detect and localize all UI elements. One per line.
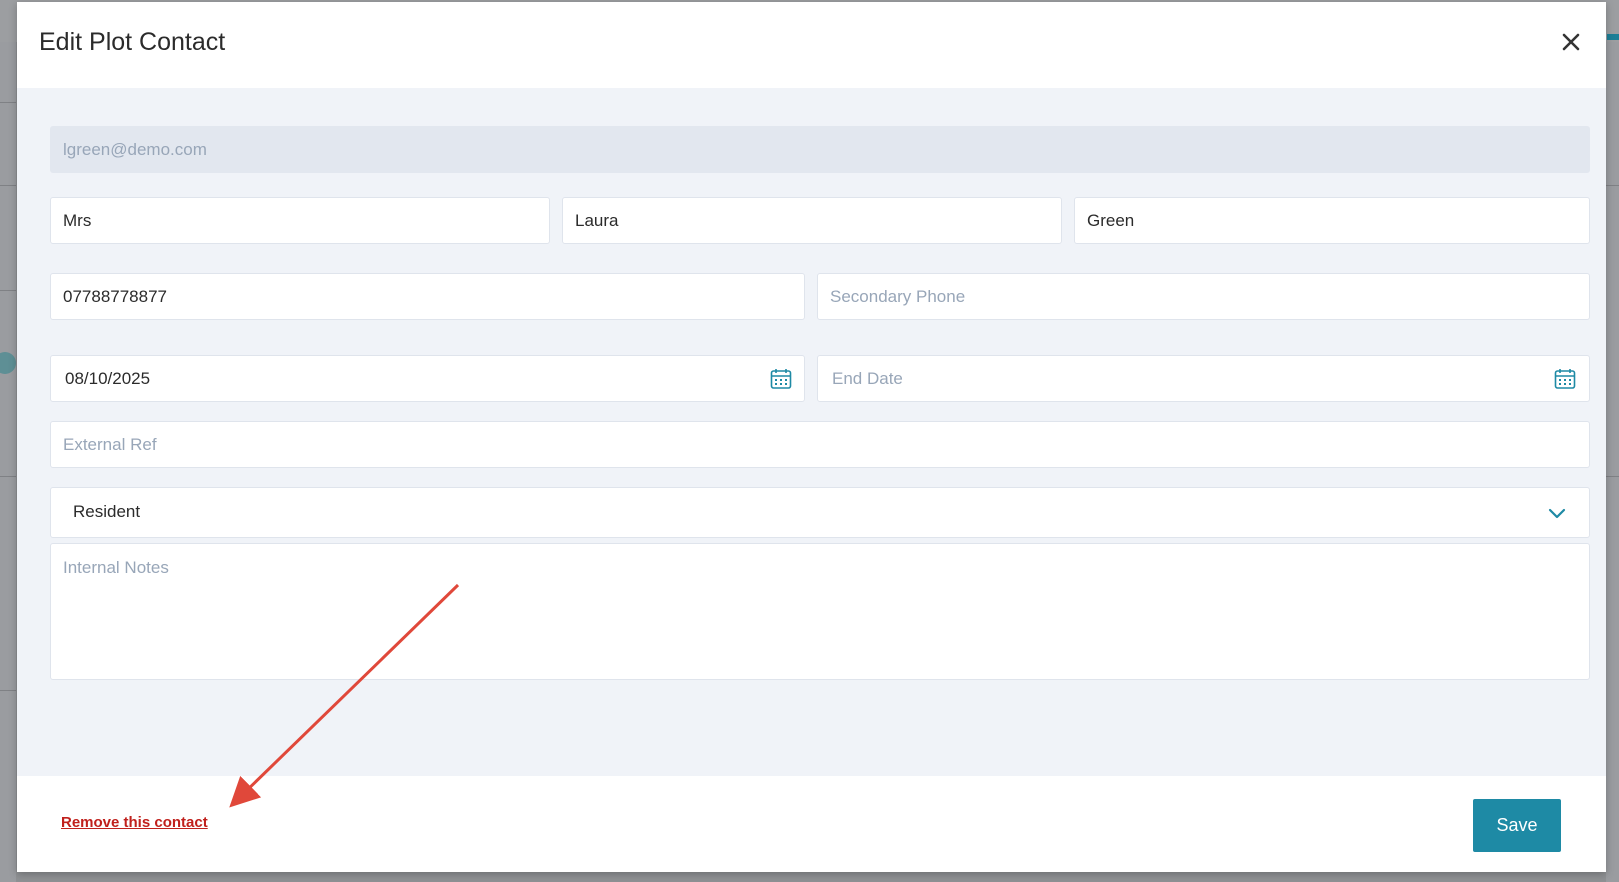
last-name-field[interactable] xyxy=(1074,197,1590,244)
close-button[interactable] xyxy=(1557,28,1585,56)
internal-notes-field[interactable] xyxy=(50,543,1590,680)
background-divider xyxy=(0,102,16,103)
calendar-icon[interactable] xyxy=(769,367,793,391)
background-right-strip xyxy=(1606,42,1619,882)
chevron-down-icon xyxy=(1548,508,1566,519)
modal-body: Resident xyxy=(17,88,1606,776)
calendar-icon[interactable] xyxy=(1553,367,1577,391)
edit-contact-modal: Edit Plot Contact lgreen@demo.com Mrs La… xyxy=(17,2,1606,872)
external-ref-field[interactable] xyxy=(50,421,1590,468)
modal-footer: Remove this contact Save xyxy=(17,776,1606,872)
modal-title: Edit Plot Contact xyxy=(39,28,226,56)
background-divider xyxy=(1606,185,1619,186)
end-date-field[interactable] xyxy=(817,355,1590,402)
primary-phone-field[interactable] xyxy=(50,273,805,320)
save-button[interactable]: Save xyxy=(1473,799,1561,852)
title-field[interactable] xyxy=(50,197,550,244)
secondary-phone-field[interactable] xyxy=(817,273,1590,320)
background-divider xyxy=(1606,476,1619,477)
background-left-strip xyxy=(0,42,16,882)
first-name-field[interactable] xyxy=(562,197,1062,244)
background-divider xyxy=(0,476,16,477)
close-icon xyxy=(1562,33,1580,51)
background-divider xyxy=(0,185,16,186)
contact-type-value: Resident xyxy=(73,502,141,521)
remove-contact-link[interactable]: Remove this contact xyxy=(61,814,208,831)
background-accent-bar xyxy=(1607,34,1619,40)
email-field[interactable] xyxy=(50,126,1590,173)
background-divider xyxy=(0,690,16,691)
contact-type-select[interactable]: Resident xyxy=(50,487,1590,538)
background-divider xyxy=(0,290,16,291)
start-date-field[interactable] xyxy=(50,355,805,402)
modal-header: Edit Plot Contact xyxy=(17,2,1606,88)
